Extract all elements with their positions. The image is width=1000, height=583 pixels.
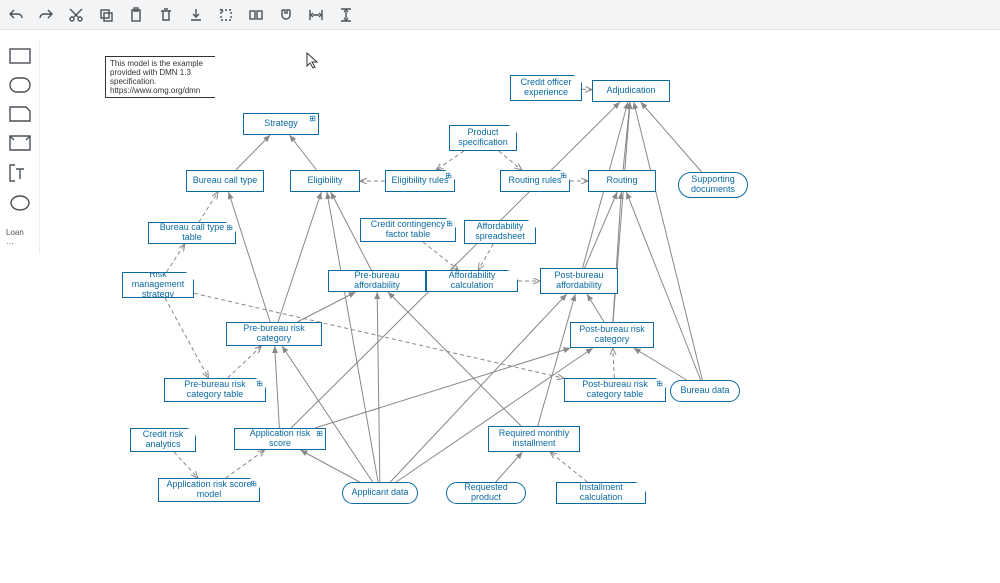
group-palette-icon[interactable] [10,195,30,214]
node-application-risk-score-model[interactable]: Application risk score model [158,478,260,502]
edge-affordability_spreadsheet-affordability_calculation[interactable] [478,244,493,270]
node-credit-officer-experience[interactable]: Credit officer experience [510,75,582,101]
node-bureau-call-type[interactable]: Bureau call type [186,170,264,192]
node-pre-bureau-risk-category-table[interactable]: Pre-bureau risk category table [164,378,266,402]
edge-pre_bureau_risk_category-eligibility[interactable] [278,192,321,322]
palette: Loan … [0,40,40,254]
edge-product_specification-routing_rules[interactable] [499,151,522,170]
edge-bureau_call_type-strategy[interactable] [236,135,270,170]
node-applicant-data[interactable]: Applicant data [342,482,418,504]
edge-requested_product-required_monthly_installment[interactable] [496,452,523,482]
edge-applicant_data-post_bureau_affordability[interactable] [390,294,566,482]
download-icon[interactable] [188,7,204,23]
ks-palette-icon[interactable] [9,135,31,154]
edge-bureau_call_type_table-bureau_call_type[interactable] [199,192,218,222]
node-requested-product[interactable]: Requested product [446,482,526,504]
annotation-palette-icon[interactable] [9,164,31,185]
node-post-bureau-risk-category-table[interactable]: Post-bureau risk category table [564,378,666,402]
node-credit-risk-analytics[interactable]: Credit risk analytics [130,428,196,452]
delete-icon[interactable] [158,7,174,23]
edge-applicant_data-post_bureau_risk_category[interactable] [396,348,593,482]
edge-bureau_data-routing[interactable] [626,192,700,380]
node-supporting-documents[interactable]: Supporting documents [678,172,748,198]
edge-application_risk_score-post_bureau_risk_category[interactable] [315,348,570,428]
edge-post_bureau_risk_category-post_bureau_affordability[interactable] [587,294,604,322]
toolbar [0,0,1000,30]
node-routing-rules[interactable]: Routing rules [500,170,570,192]
node-risk-management-strategy[interactable]: Risk management strategy [122,272,194,298]
edge-risk_management_strategy-pre_bureau_risk_category_table[interactable] [165,298,208,378]
model-annotation[interactable]: This model is the example provided with … [105,56,215,98]
cut-icon[interactable] [68,7,84,23]
edge-post_bureau_affordability-routing[interactable] [585,192,618,268]
node-pre-bureau-affordability[interactable]: Pre-bureau affordability [328,270,426,292]
node-affordability-calculation[interactable]: Affordability calculation [426,270,518,292]
edge-credit_risk_analytics-application_risk_score_model[interactable] [174,452,198,478]
node-adjudication[interactable]: Adjudication [592,80,670,102]
decision-palette-icon[interactable] [9,48,31,67]
edge-risk_management_strategy-bureau_call_type_table[interactable] [167,244,185,272]
edge-installment_calculation-required_monthly_installment[interactable] [550,452,587,482]
node-strategy[interactable]: Strategy [243,113,319,135]
magnet-icon[interactable] [278,7,294,23]
dist-h-icon[interactable] [308,7,324,23]
node-bureau-call-type-table[interactable]: Bureau call type table [148,222,236,244]
node-eligibility[interactable]: Eligibility [290,170,360,192]
edge-post_bureau_risk_category-routing[interactable] [613,192,621,322]
bkm-palette-icon[interactable] [9,106,31,125]
edge-eligibility-strategy[interactable] [289,135,316,170]
node-post-bureau-affordability[interactable]: Post-bureau affordability [540,268,618,294]
node-bureau-data[interactable]: Bureau data [670,380,740,402]
edge-pre_bureau_risk_category-bureau_call_type[interactable] [229,192,271,322]
node-eligibility-rules[interactable]: Eligibility rules [385,170,455,192]
group-icon[interactable] [248,7,264,23]
node-pre-bureau-risk-category[interactable]: Pre-bureau risk category [226,322,322,346]
edge-required_monthly_installment-post_bureau_affordability[interactable] [538,294,576,426]
input-data-palette-icon[interactable] [9,77,31,96]
edge-pre_bureau_risk_category_table-pre_bureau_risk_category[interactable] [228,346,262,378]
dist-v-icon[interactable] [338,7,354,23]
redo-icon[interactable] [38,7,54,23]
edge-applicant_data-application_risk_score[interactable] [300,450,359,482]
edge-credit_contingency_factor_table-affordability_calculation[interactable] [423,242,458,270]
edge-post_bureau_risk_category_table-post_bureau_risk_category[interactable] [613,348,615,378]
edge-applicant_data-pre_bureau_affordability[interactable] [377,292,380,482]
edge-application_risk_score_model-application_risk_score[interactable] [226,450,265,478]
node-post-bureau-risk-category[interactable]: Post-bureau risk category [570,322,654,348]
edge-application_risk_score-pre_bureau_risk_category[interactable] [275,346,280,428]
node-routing[interactable]: Routing [588,170,656,192]
node-required-monthly-installment[interactable]: Required monthly installment [488,426,580,452]
node-installment-calculation[interactable]: Installment calculation [556,482,646,504]
node-application-risk-score[interactable]: Application risk score [234,428,326,450]
copy-icon[interactable] [98,7,114,23]
canvas[interactable]: Credit officer experience Adjudication Str… [40,30,1000,583]
node-credit-contingency-factor-table[interactable]: Credit contingency factor table [360,218,456,242]
edge-bureau_data-post_bureau_risk_category[interactable] [634,348,687,380]
node-product-specification[interactable]: Product specification [449,125,517,151]
undo-icon[interactable] [8,7,24,23]
model-annotation-text: This model is the example provided with … [110,59,203,95]
palette-label: Loan … [6,228,33,246]
node-affordability-spreadsheet[interactable]: Affordability spreadsheet [464,220,536,244]
edge-product_specification-eligibility_rules[interactable] [436,151,464,170]
lasso-icon[interactable] [218,7,234,23]
edge-supporting_documents-adjudication[interactable] [641,102,702,172]
cursor-icon [306,52,320,70]
edge-required_monthly_installment-pre_bureau_affordability[interactable] [388,292,521,426]
paste-icon[interactable] [128,7,144,23]
